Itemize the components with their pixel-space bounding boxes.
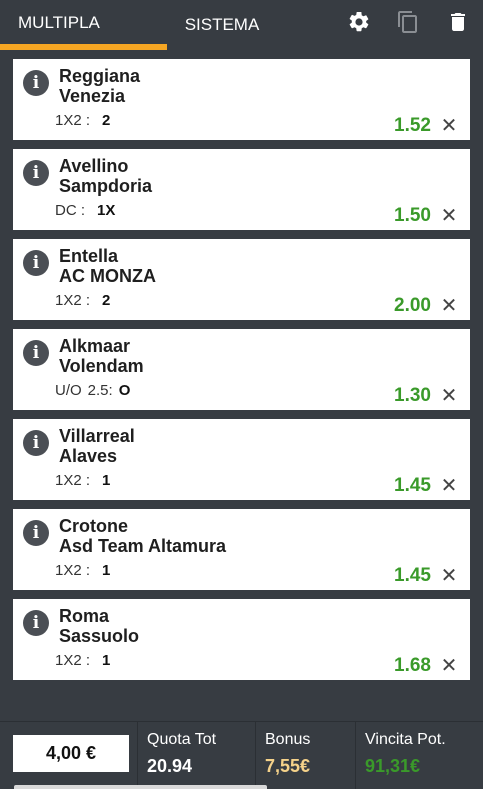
odd-value: 1.45 — [394, 565, 431, 586]
info-icon[interactable]: i — [23, 70, 49, 96]
odd-value: 1.45 — [394, 475, 431, 496]
total-odds-label: Quota Tot — [147, 731, 217, 748]
odd-value: 1.52 — [394, 115, 431, 136]
away-team: Sampdoria — [59, 176, 153, 196]
home-team: Entella — [59, 246, 119, 266]
betslip-header: MULTIPLA SISTEMA — [0, 0, 483, 50]
home-team: Roma — [59, 606, 110, 626]
betslip-footer: Quota Tot 20.94 Bonus 7,55€ Vincita Pot.… — [0, 721, 483, 789]
trash-icon[interactable] — [444, 8, 472, 36]
bet-card: i Roma Sassuolo 1X2 : 1 1.68 ✕ — [13, 599, 470, 680]
market-label: 1X2 : — [55, 112, 91, 129]
odd-value: 1.68 — [394, 655, 431, 676]
odd-value: 1.50 — [394, 205, 431, 226]
market-info: 1X2 : 1 — [55, 651, 110, 671]
home-team: Avellino — [59, 156, 129, 176]
tab-multipla[interactable]: MULTIPLA — [0, 0, 167, 50]
potential-win: Vincita Pot. 91,31€ — [355, 722, 483, 789]
market-label: U/O — [55, 382, 82, 399]
bonus-label: Bonus — [265, 731, 311, 748]
gear-icon[interactable] — [345, 8, 373, 36]
remove-bet-icon[interactable]: ✕ — [440, 565, 458, 587]
bet-card: i Reggiana Venezia 1X2 : 2 1.52 ✕ — [13, 59, 470, 140]
market-pick: 1 — [102, 652, 111, 669]
market-info: U/O 2.5: O — [55, 381, 130, 401]
bet-card: i Entella AC MONZA 1X2 : 2 2.00 ✕ — [13, 239, 470, 320]
remove-bet-icon[interactable]: ✕ — [440, 295, 458, 317]
tab-sistema[interactable]: SISTEMA — [167, 0, 277, 50]
away-team: Volendam — [59, 356, 144, 376]
market-label: 1X2 : — [55, 292, 91, 309]
info-icon[interactable]: i — [23, 250, 49, 276]
remove-bet-icon[interactable]: ✕ — [440, 655, 458, 677]
market-label: 1X2 : — [55, 472, 91, 489]
home-team: Alkmaar — [59, 336, 131, 356]
bet-list: i Reggiana Venezia 1X2 : 2 1.52 ✕ i Avell… — [13, 59, 470, 689]
bonus: Bonus 7,55€ — [255, 722, 355, 789]
away-team: AC MONZA — [59, 266, 156, 286]
potential-win-label: Vincita Pot. — [365, 731, 446, 748]
total-odds: Quota Tot 20.94 — [137, 722, 255, 789]
info-icon[interactable]: i — [23, 160, 49, 186]
remove-bet-icon[interactable]: ✕ — [440, 115, 458, 137]
info-icon[interactable]: i — [23, 610, 49, 636]
remove-bet-icon[interactable]: ✕ — [440, 475, 458, 497]
market-info: 1X2 : 2 — [55, 291, 110, 311]
away-team: Asd Team Altamura — [59, 536, 227, 556]
bet-card: i Alkmaar Volendam U/O 2.5: O 1.30 ✕ — [13, 329, 470, 410]
market-info: 1X2 : 1 — [55, 471, 110, 491]
total-odds-value: 20.94 — [147, 756, 193, 776]
odd-value: 2.00 — [394, 295, 431, 316]
bet-card: i Avellino Sampdoria DC : 1X 1.50 ✕ — [13, 149, 470, 230]
bet-card: i Crotone Asd Team Altamura 1X2 :1 1.45 … — [13, 509, 470, 590]
market-pick: 1X — [97, 202, 116, 219]
home-team: Reggiana — [59, 66, 141, 86]
market-label: 1X2 : — [55, 562, 91, 579]
potential-win-value: 91,31€ — [365, 756, 421, 776]
home-team: Crotone — [59, 516, 128, 536]
info-icon[interactable]: i — [23, 520, 49, 546]
market-info: 1X2 : 1 — [55, 561, 110, 581]
market-pick: 1 — [102, 472, 111, 489]
market-info: DC : 1X — [55, 201, 115, 221]
market-pick: 1 — [102, 562, 111, 579]
market-pick: 2 — [102, 112, 111, 129]
market-info: 1X2 : 2 — [55, 111, 110, 131]
away-team: Venezia — [59, 86, 126, 106]
copy-icon[interactable] — [394, 8, 422, 36]
odd-value: 1.30 — [394, 385, 431, 406]
info-icon[interactable]: i — [23, 340, 49, 366]
market-pick: 2 — [102, 292, 111, 309]
bonus-value: 7,55€ — [265, 756, 311, 776]
remove-bet-icon[interactable]: ✕ — [440, 385, 458, 407]
away-team: Alaves — [59, 446, 118, 466]
market-label: 1X2 : — [55, 652, 91, 669]
place-bet-button-edge[interactable] — [14, 785, 267, 789]
info-icon[interactable]: i — [23, 430, 49, 456]
bet-card: i Villarreal Alaves 1X2 : 1 1.45 ✕ — [13, 419, 470, 500]
market-pick: O — [118, 382, 131, 399]
stake-input[interactable] — [13, 735, 129, 772]
market-line: 2.5: — [87, 382, 113, 399]
remove-bet-icon[interactable]: ✕ — [440, 205, 458, 227]
market-label: DC : — [55, 202, 85, 219]
home-team: Villarreal — [59, 426, 135, 446]
away-team: Sassuolo — [59, 626, 140, 646]
